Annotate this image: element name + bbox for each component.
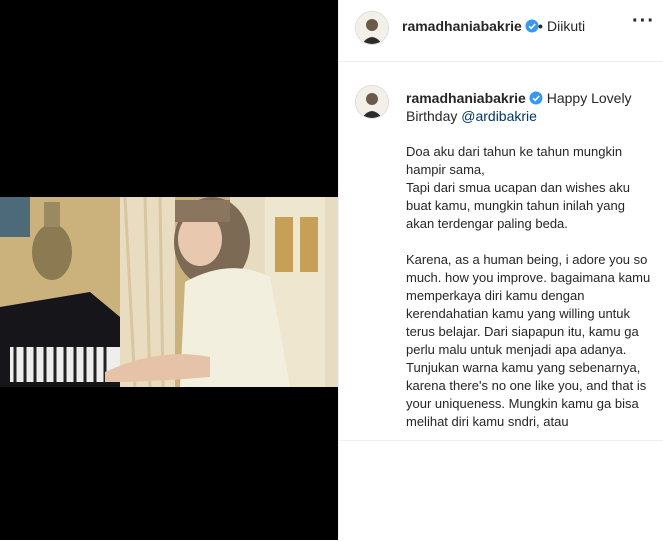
separator-dot: • [538,18,543,34]
video-frame [0,197,338,387]
more-options-icon[interactable]: ··· [632,10,655,33]
caption-body: Doa aku dari tahun ke tahun mungkin hamp… [406,143,654,440]
caption-avatar[interactable] [355,85,389,119]
avatar[interactable] [355,11,389,45]
caption-verified-badge-icon [529,91,543,105]
caption-paragraph-2: Karena, as a human being, i adore you so… [406,252,651,429]
avatar-image [356,12,388,44]
post-video[interactable] [0,197,338,387]
verified-badge-icon [525,19,539,33]
caption-avatar-image [356,86,388,118]
comments-area [339,440,663,541]
post-side-panel: ramadhaniabakrie • Diikuti ··· ramadhani… [338,0,663,541]
follow-status-button[interactable]: Diikuti [547,18,585,34]
caption-mention-link[interactable]: @ardibakrie [461,108,537,124]
header-username[interactable]: ramadhaniabakrie [402,18,539,34]
post-media [0,0,338,540]
caption-username[interactable]: ramadhaniabakrie [406,90,526,106]
post-header: ramadhaniabakrie • Diikuti ··· [339,0,663,62]
caption-first-line: ramadhaniabakrie Happy Lovely Birthday @… [406,89,656,125]
header-username-text[interactable]: ramadhaniabakrie [402,18,522,34]
caption-paragraph-1: Doa aku dari tahun ke tahun mungkin hamp… [406,144,631,231]
